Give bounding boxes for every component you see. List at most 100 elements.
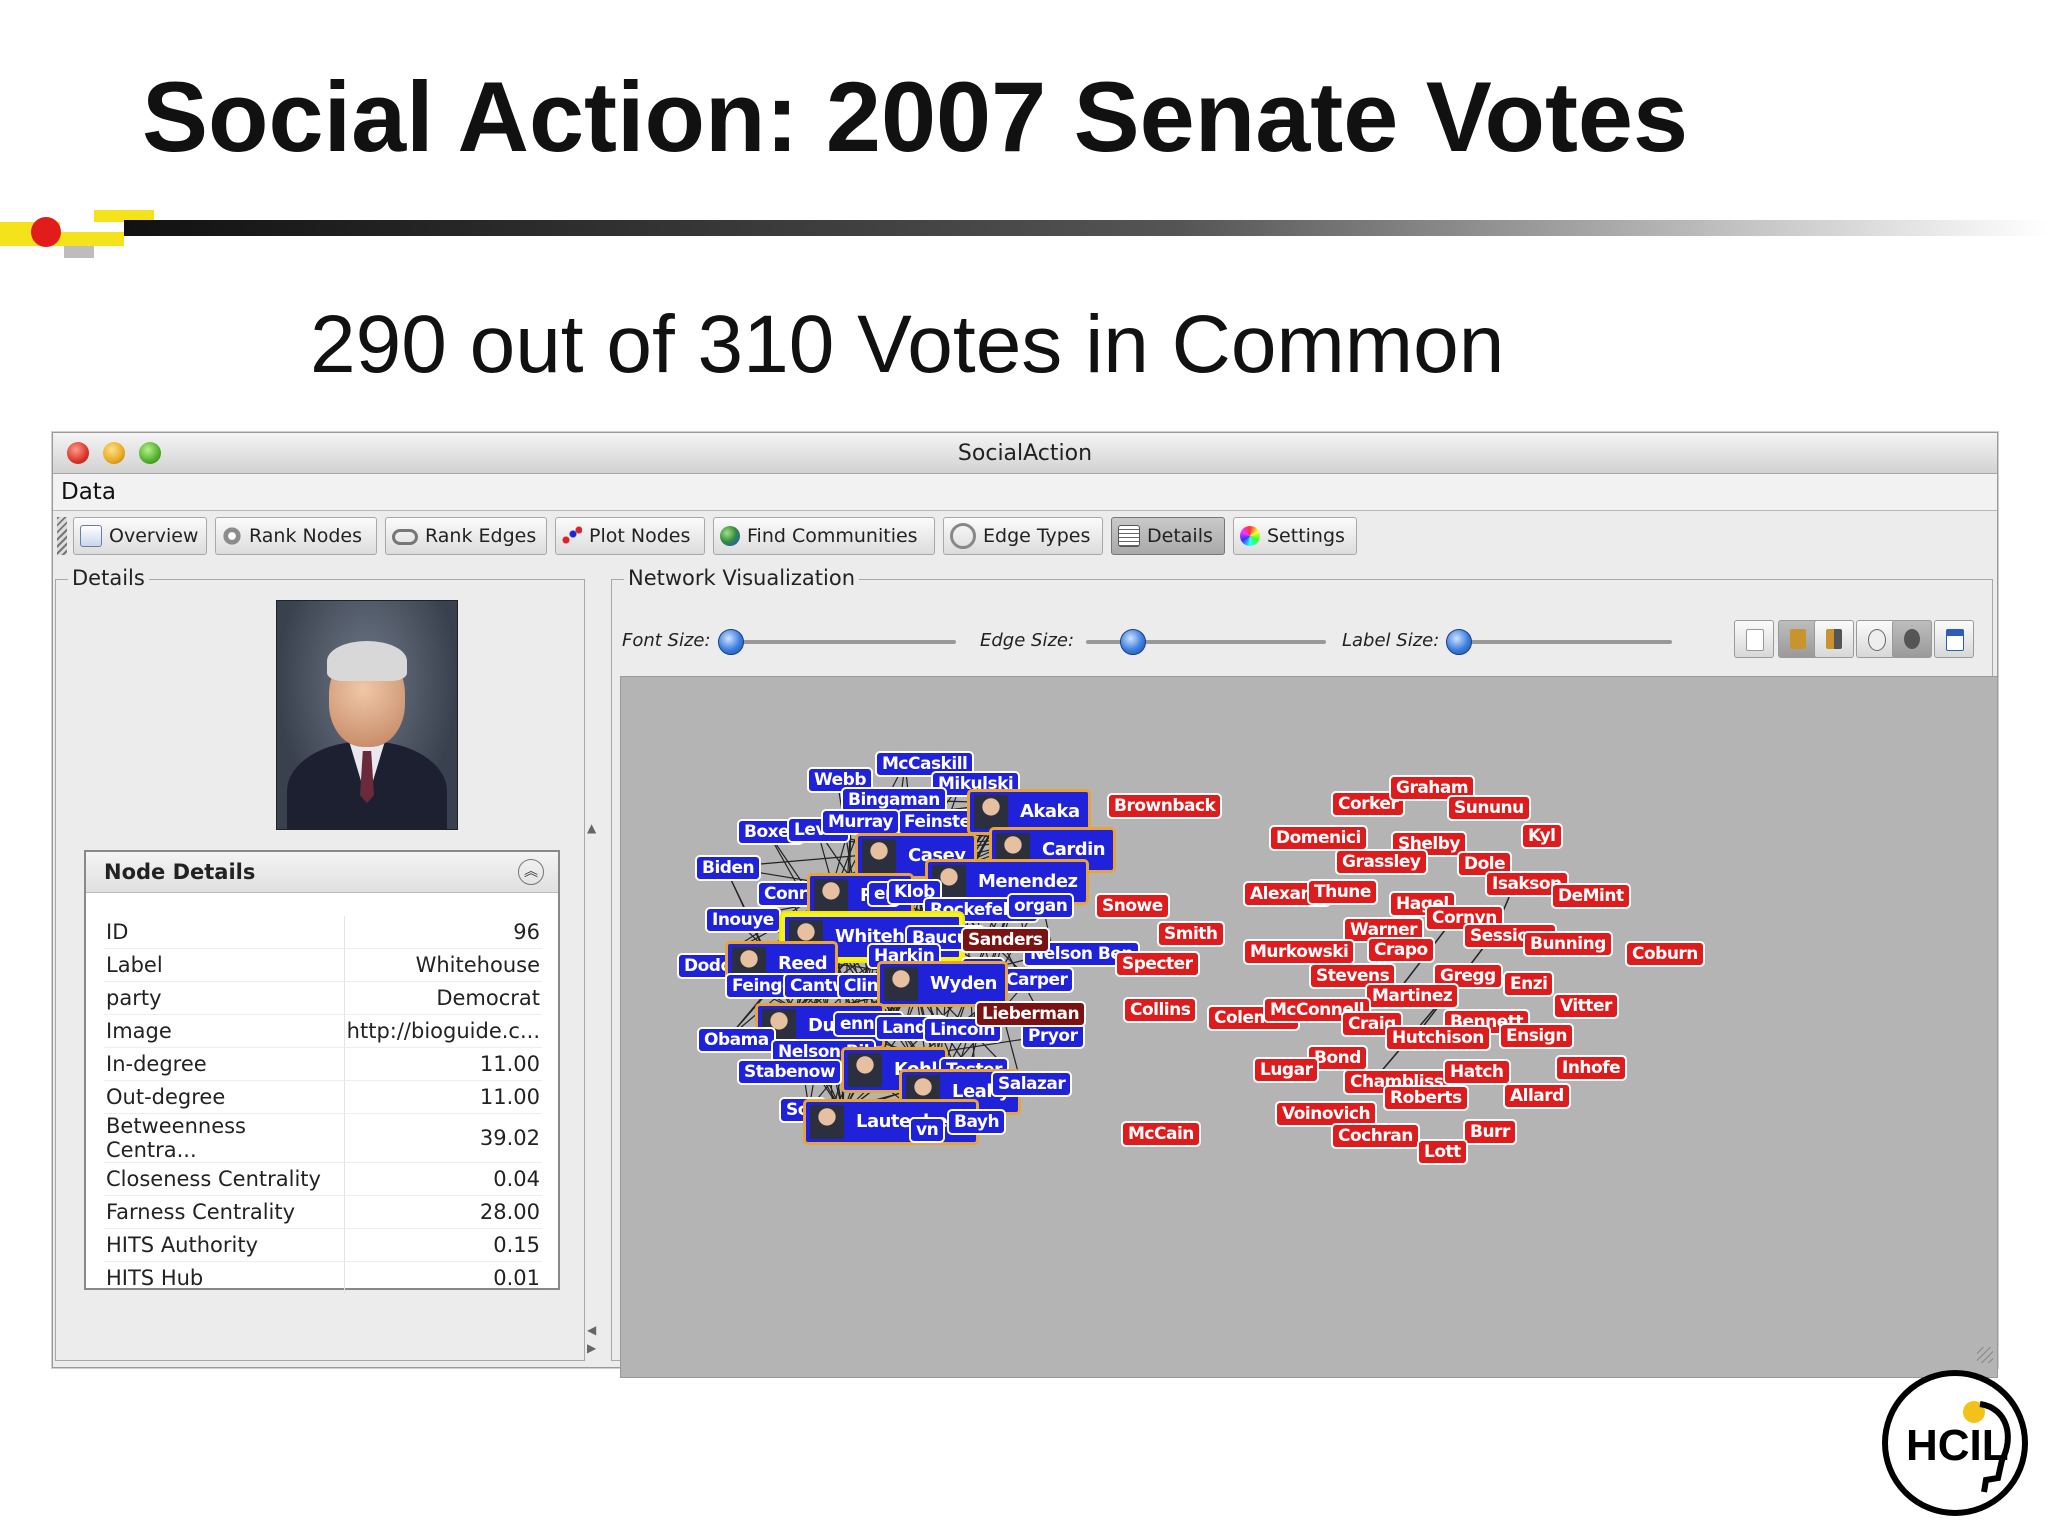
rank-edges-button[interactable]: Rank Edges bbox=[385, 517, 547, 555]
door-closed-button[interactable] bbox=[1778, 620, 1818, 658]
senator-node-demint[interactable]: DeMint bbox=[1551, 883, 1631, 909]
senator-node-domenici[interactable]: Domenici bbox=[1269, 825, 1368, 851]
senator-node-snowe[interactable]: Snowe bbox=[1095, 893, 1170, 919]
play-button[interactable] bbox=[1856, 620, 1896, 658]
font-size-track[interactable] bbox=[724, 640, 956, 644]
senator-node-hatch[interactable]: Hatch bbox=[1443, 1059, 1511, 1085]
expand-right-icon[interactable]: ▶ bbox=[587, 1341, 596, 1355]
node-details-header: Node Details ︽ bbox=[86, 852, 558, 893]
node-detail-value: 11.00 bbox=[343, 1047, 542, 1081]
senator-node-murray[interactable]: Murray bbox=[821, 809, 900, 835]
window-resize-grip[interactable] bbox=[1977, 1347, 1993, 1363]
senator-node-collins[interactable]: Collins bbox=[1123, 997, 1198, 1023]
senator-node-organ[interactable]: organ bbox=[1007, 893, 1075, 919]
node-detail-key: Image bbox=[104, 1014, 345, 1048]
senator-node-ensign[interactable]: Ensign bbox=[1499, 1023, 1574, 1049]
expand-up-icon[interactable]: ▲ bbox=[587, 821, 596, 835]
door-icon bbox=[1790, 629, 1806, 649]
collapse-icon[interactable]: ︽ bbox=[518, 859, 544, 885]
font-size-slider[interactable] bbox=[718, 629, 744, 655]
senator-node-allard[interactable]: Allard bbox=[1503, 1083, 1571, 1109]
edge-types-button[interactable]: Edge Types bbox=[943, 517, 1103, 555]
senator-node-hutchison[interactable]: Hutchison bbox=[1385, 1025, 1491, 1051]
senator-node-specter[interactable]: Specter bbox=[1115, 951, 1200, 977]
node-detail-row: Closeness Centrality 0.04 bbox=[104, 1162, 542, 1196]
senator-node-murkowski[interactable]: Murkowski bbox=[1243, 939, 1356, 965]
panel-splitter[interactable]: ▲ ◀ ▶ bbox=[587, 561, 599, 1361]
node-detail-row: Image http://bioguide.c... bbox=[104, 1014, 542, 1048]
node-detail-key: In-degree bbox=[104, 1047, 345, 1081]
senator-node-bunning[interactable]: Bunning bbox=[1523, 931, 1613, 957]
senator-node-vn[interactable]: vn bbox=[909, 1117, 946, 1143]
window-titlebar: SocialAction bbox=[53, 433, 1997, 474]
settings-button[interactable]: Settings bbox=[1233, 517, 1357, 555]
senator-node-inouye[interactable]: Inouye bbox=[705, 907, 781, 933]
senator-photo bbox=[276, 600, 458, 830]
find-communities-button[interactable]: Find Communities bbox=[713, 517, 935, 555]
socialaction-window: SocialAction Data Overview Rank Nodes Ra… bbox=[52, 432, 1998, 1378]
network-canvas[interactable]: McCaskill Webb Mikulski Bingaman Feinstein Ak… bbox=[620, 676, 1998, 1378]
node-detail-row: Betweenness Centra... 39.02 bbox=[104, 1113, 542, 1163]
senator-node-smith[interactable]: Smith bbox=[1157, 921, 1225, 947]
node-detail-row: ID 96 bbox=[104, 916, 542, 949]
senator-node-lugar[interactable]: Lugar bbox=[1253, 1057, 1320, 1083]
overview-button[interactable]: Overview bbox=[73, 517, 207, 555]
toolbar-grip[interactable] bbox=[57, 517, 67, 555]
senator-node-grassley[interactable]: Grassley bbox=[1335, 849, 1428, 875]
gear-icon bbox=[222, 526, 242, 546]
senator-node-enzi[interactable]: Enzi bbox=[1503, 971, 1555, 997]
senator-node-lott[interactable]: Lott bbox=[1417, 1139, 1468, 1165]
senator-node-mccain[interactable]: McCain bbox=[1121, 1121, 1201, 1147]
senator-node-sununu[interactable]: Sununu bbox=[1447, 795, 1531, 821]
senator-node-inhofe[interactable]: Inhofe bbox=[1555, 1055, 1628, 1081]
color-wheel-icon bbox=[1240, 526, 1260, 546]
network-visualization-panel: Network Visualization Font Size: Edge Si… bbox=[611, 566, 1998, 1378]
senator-node-bayh[interactable]: Bayh bbox=[947, 1109, 1007, 1135]
details-panel: Details Node Details ︽ ID 96 Label Whitehou… bbox=[55, 566, 585, 1361]
senator-node-obama[interactable]: Obama bbox=[697, 1027, 776, 1053]
plot-nodes-button[interactable]: Plot Nodes bbox=[555, 517, 705, 555]
senator-node-kyl[interactable]: Kyl bbox=[1521, 823, 1563, 849]
label-size-slider[interactable] bbox=[1446, 629, 1472, 655]
menu-data[interactable]: Data bbox=[61, 479, 116, 505]
senator-node-vitter[interactable]: Vitter bbox=[1553, 993, 1619, 1019]
node-detail-row: HITS Hub 0.01 bbox=[104, 1261, 542, 1295]
senator-node-thune[interactable]: Thune bbox=[1307, 879, 1378, 905]
svg-text:HCIL: HCIL bbox=[1906, 1421, 2009, 1470]
node-details-title: Node Details bbox=[104, 860, 256, 884]
blank-page-button[interactable] bbox=[1734, 620, 1774, 658]
toolbar: Overview Rank Nodes Rank Edges Plot Node… bbox=[53, 511, 1997, 561]
node-detail-row: HITS Authority 0.15 bbox=[104, 1228, 542, 1262]
play-icon bbox=[1868, 629, 1886, 651]
senator-node-salazar[interactable]: Salazar bbox=[991, 1071, 1073, 1097]
globe-icon bbox=[720, 526, 740, 546]
node-detail-value: 0.04 bbox=[343, 1162, 542, 1196]
senator-node-cochran[interactable]: Cochran bbox=[1331, 1123, 1420, 1149]
senator-node-crapo[interactable]: Crapo bbox=[1367, 937, 1435, 963]
node-detail-key: Label bbox=[104, 948, 345, 982]
export-button[interactable] bbox=[1934, 620, 1974, 658]
senator-node-martinez[interactable]: Martinez bbox=[1365, 983, 1460, 1009]
senator-node-stabenow[interactable]: Stabenow bbox=[737, 1059, 843, 1085]
rank-nodes-button[interactable]: Rank Nodes bbox=[215, 517, 377, 555]
senator-node-carper[interactable]: Carper bbox=[999, 967, 1075, 993]
pause-button[interactable] bbox=[1892, 620, 1932, 658]
senator-node-lieberman[interactable]: Lieberman bbox=[975, 1001, 1087, 1027]
node-detail-key: Betweenness Centra... bbox=[104, 1113, 345, 1163]
label-size-track[interactable] bbox=[1452, 640, 1672, 644]
details-panel-title: Details bbox=[68, 566, 149, 590]
door-open-button[interactable] bbox=[1814, 620, 1854, 658]
senator-node-brownback[interactable]: Brownback bbox=[1107, 793, 1223, 819]
node-detail-value: 39.02 bbox=[343, 1113, 542, 1163]
edge-size-slider[interactable] bbox=[1120, 629, 1146, 655]
senator-node-sanders[interactable]: Sanders bbox=[961, 927, 1050, 953]
chain-icon bbox=[392, 529, 418, 545]
senator-node-biden[interactable]: Biden bbox=[695, 855, 762, 881]
node-detail-key: Farness Centrality bbox=[104, 1195, 345, 1229]
overview-icon bbox=[80, 525, 102, 547]
collapse-left-icon[interactable]: ◀ bbox=[587, 1323, 596, 1337]
senator-node-roberts[interactable]: Roberts bbox=[1383, 1085, 1469, 1111]
senator-node-burr[interactable]: Burr bbox=[1463, 1119, 1517, 1145]
details-button[interactable]: Details bbox=[1111, 517, 1225, 555]
senator-node-coburn[interactable]: Coburn bbox=[1625, 941, 1705, 967]
